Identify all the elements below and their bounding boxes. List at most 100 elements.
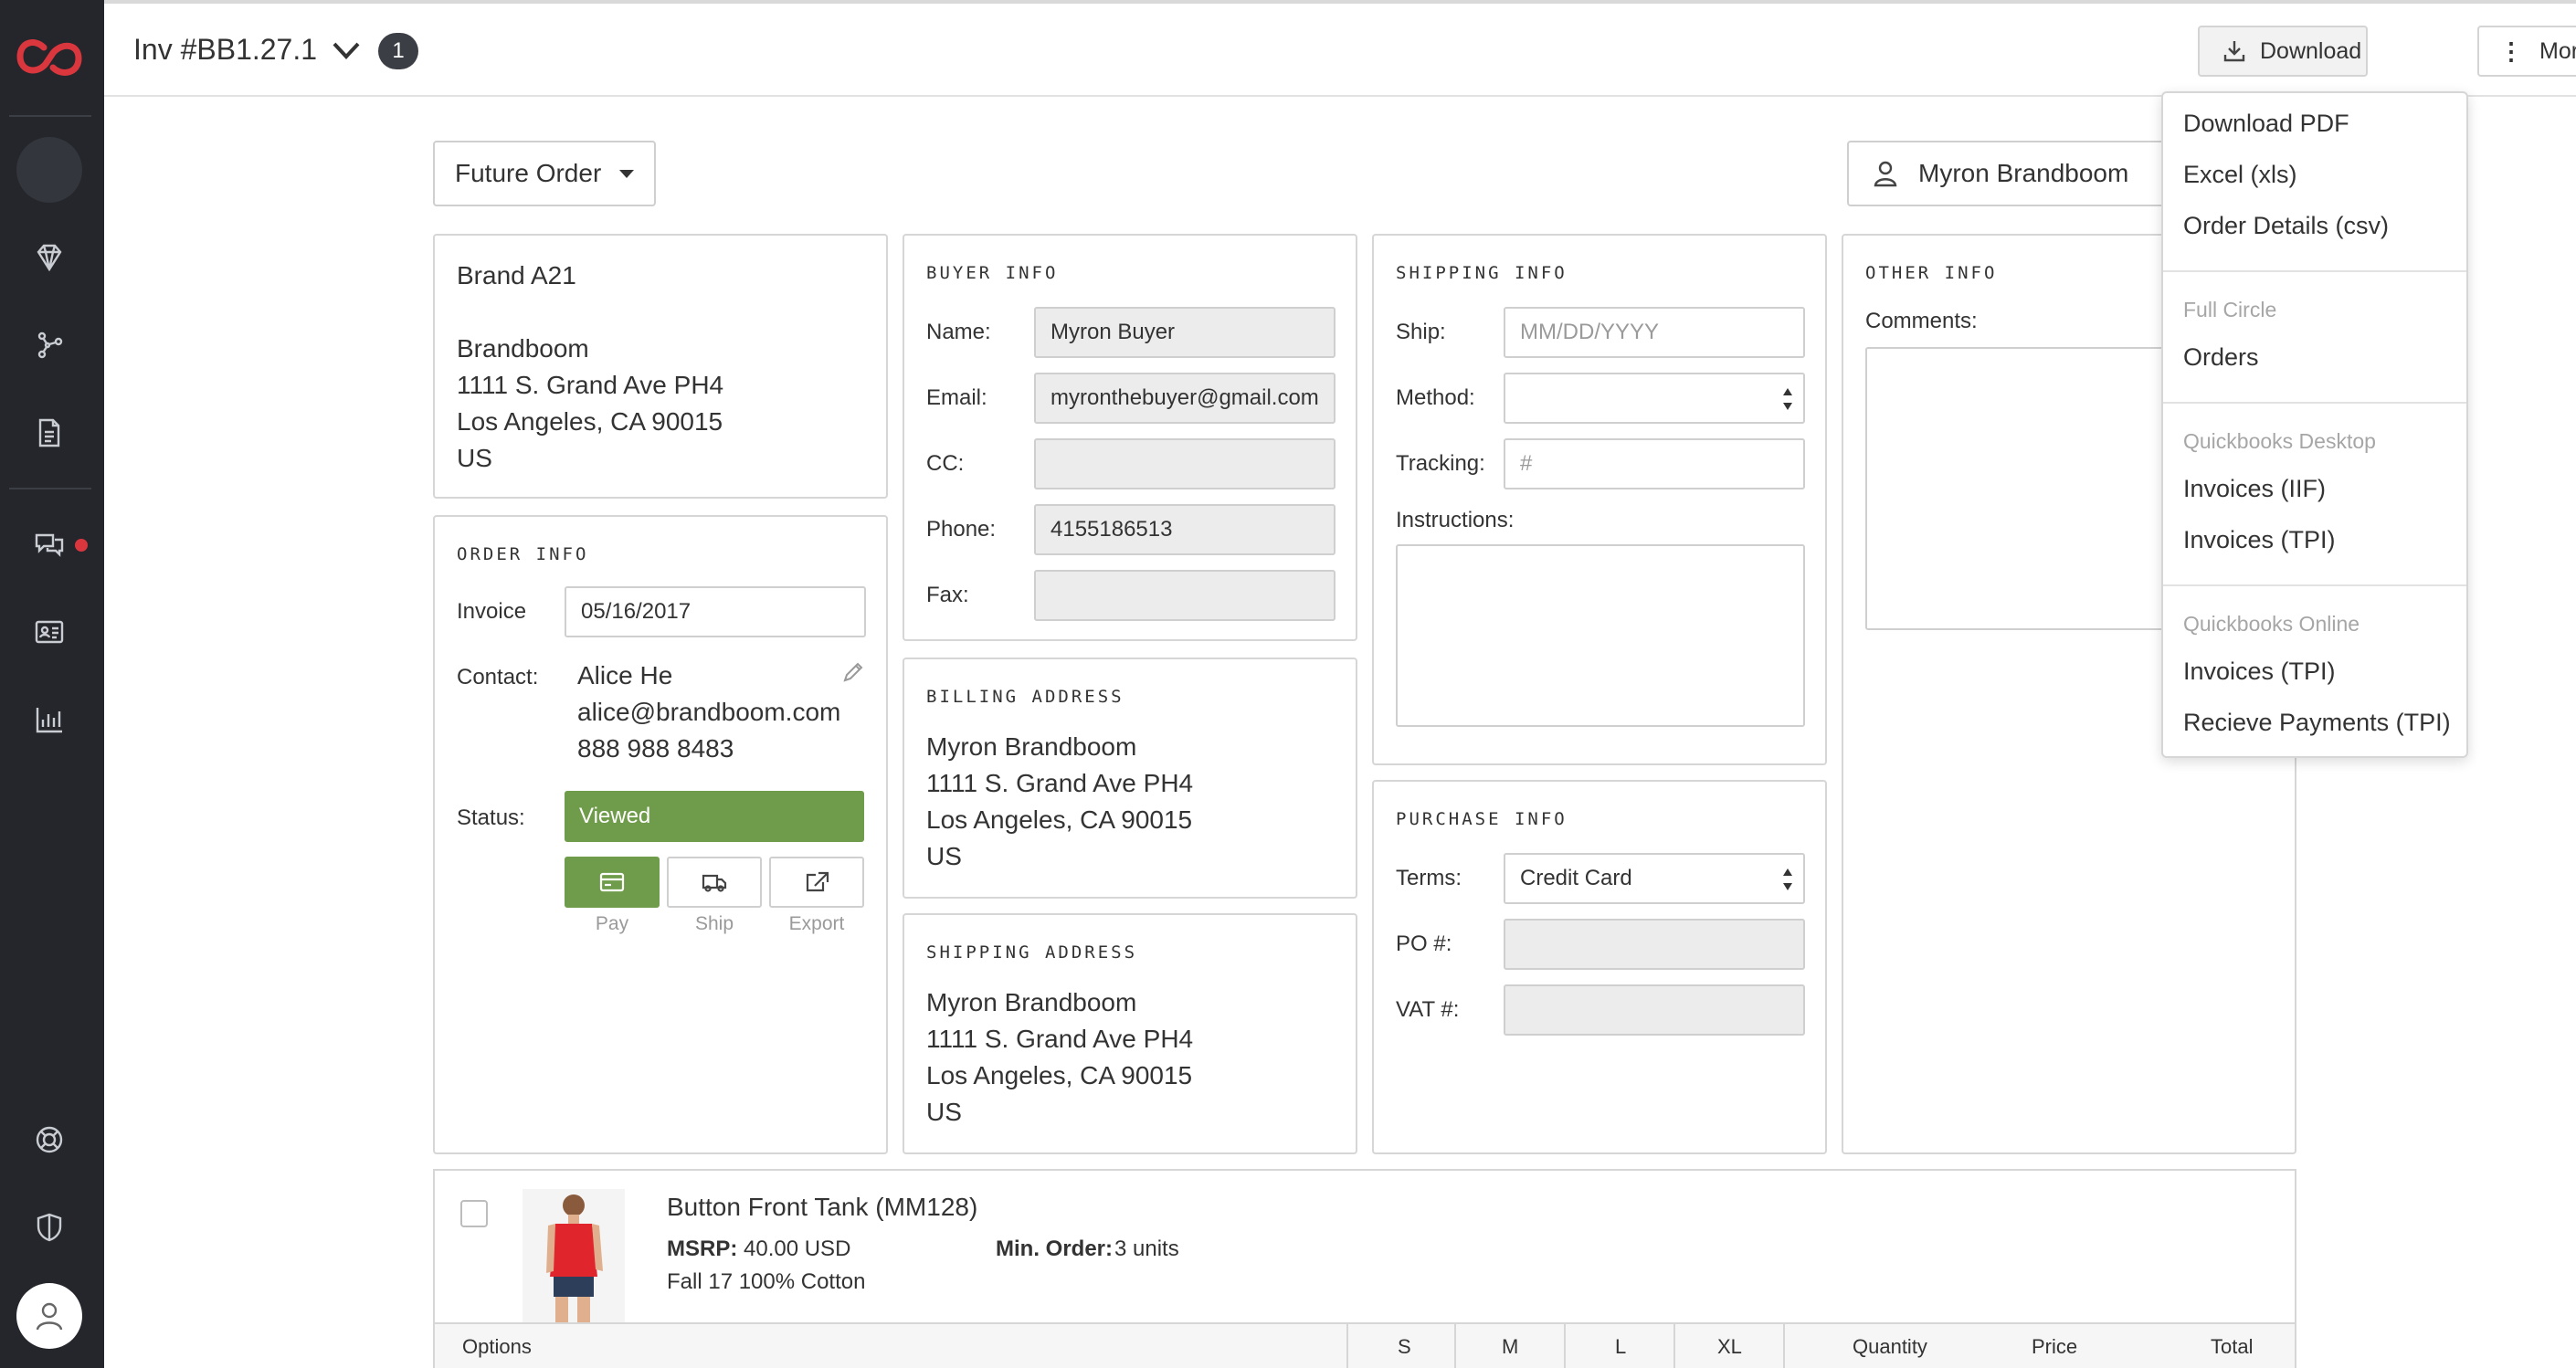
download-icon [2223, 41, 2245, 62]
buyer-name-field[interactable]: Myron Buyer [1034, 307, 1336, 358]
ship-label: Ship [694, 913, 734, 934]
po-field[interactable] [1504, 919, 1805, 970]
network-icon[interactable] [29, 325, 69, 365]
menu-group-qb-online: Quickbooks Online [2183, 612, 2360, 636]
lifebuoy-icon[interactable] [29, 1120, 69, 1160]
product-card: Button Front Tank (MM128) MSRP: 40.00 US… [433, 1169, 2296, 1368]
pencil-icon[interactable] [840, 659, 866, 685]
terms-select[interactable]: Credit Card [1504, 853, 1805, 904]
product-checkbox[interactable] [460, 1200, 488, 1227]
col-divider [1564, 1324, 1566, 1368]
person-icon [1874, 161, 1897, 187]
shipping-country: US [926, 1098, 962, 1126]
menu-divider [2163, 402, 2466, 404]
export-label: Export [788, 913, 845, 934]
tracking-field[interactable]: # [1504, 438, 1805, 489]
order-info-title: ORDER INFO [457, 544, 589, 564]
msrp-value: 40.00 USD [744, 1236, 851, 1261]
invoice-title[interactable]: Inv #BB1.27.1 [133, 33, 317, 67]
menu-divider [2163, 270, 2466, 272]
product-name[interactable]: Button Front Tank (MM128) [667, 1193, 977, 1222]
buyer-phone-field[interactable]: 4155186513 [1034, 504, 1336, 555]
chevron-down-icon[interactable] [331, 38, 362, 62]
contact-card-icon[interactable] [29, 612, 69, 652]
menu-item-qbd-invoices-tpi[interactable]: Invoices (TPI) [2183, 526, 2336, 554]
billing-name: Myron Brandboom [926, 732, 1137, 761]
contact-label: Contact: [457, 665, 539, 689]
vat-field[interactable] [1504, 984, 1805, 1036]
shipping-address-line1: 1111 S. Grand Ave PH4 [926, 1025, 1194, 1053]
vat-label: VAT #: [1396, 997, 1460, 1022]
credit-card-icon [599, 872, 625, 892]
brand-card: Brand A21 Brandboom 1111 S. Grand Ave PH… [433, 234, 888, 499]
col-quantity: Quantity [1853, 1335, 1927, 1358]
menu-divider [2163, 584, 2466, 586]
user-avatar[interactable] [16, 1283, 82, 1349]
ship-button[interactable] [667, 857, 762, 908]
order-type-dropdown[interactable]: Future Order [433, 141, 656, 206]
shipping-name: Myron Brandboom [926, 988, 1137, 1016]
col-xl: XL [1717, 1335, 1742, 1358]
instructions-textarea[interactable] [1396, 544, 1805, 727]
shield-icon[interactable] [29, 1207, 69, 1247]
caret-down-icon [619, 169, 635, 178]
phone-label: Phone: [926, 517, 997, 542]
company-avatar[interactable] [16, 137, 82, 203]
download-button-label: Download [2260, 37, 2362, 64]
truck-icon [702, 874, 727, 892]
download-menu: Download PDF Excel (xls) Order Details (… [2161, 91, 2468, 758]
download-button[interactable]: Download [2198, 26, 2368, 77]
buyer-fax-field[interactable] [1034, 570, 1336, 621]
menu-group-full-circle: Full Circle [2183, 298, 2277, 321]
top-bar: Inv #BB1.27.1 1 Download ⋮ More [104, 0, 2576, 97]
shipping-address-card: SHIPPING ADDRESS Myron Brandboom 1111 S.… [903, 913, 1357, 1154]
menu-item-order-details-csv[interactable]: Order Details (csv) [2183, 212, 2389, 240]
menu-item-download-pdf[interactable]: Download PDF [2183, 110, 2349, 138]
other-info-title: OTHER INFO [1865, 263, 1998, 283]
col-l: L [1615, 1335, 1627, 1358]
menu-item-excel[interactable]: Excel (xls) [2183, 161, 2297, 189]
contact-phone: 888 988 8483 [577, 734, 734, 763]
export-button[interactable] [769, 857, 864, 908]
invoice-date-field[interactable]: 05/16/2017 [565, 586, 866, 637]
name-label: Name: [926, 320, 991, 344]
terms-label: Terms: [1396, 866, 1462, 890]
method-label: Method: [1396, 385, 1475, 410]
menu-item-qbo-invoices-tpi[interactable]: Invoices (TPI) [2183, 658, 2336, 686]
pay-button[interactable] [565, 857, 660, 908]
instructions-label: Instructions: [1396, 508, 1515, 532]
document-icon[interactable] [29, 413, 69, 453]
col-divider [1783, 1324, 1785, 1368]
menu-item-qbo-receive-payments[interactable]: Recieve Payments (TPI) [2183, 709, 2451, 737]
diamond-icon[interactable] [29, 237, 69, 278]
brand-name: Brand A21 [457, 261, 576, 289]
purchase-info-title: PURCHASE INFO [1396, 809, 1568, 829]
menu-item-qbd-invoices-iif[interactable]: Invoices (IIF) [2183, 475, 2326, 503]
buyer-selector[interactable]: Myron Brandboom [1847, 141, 2194, 206]
ship-date-field[interactable]: MM/DD/YYYY [1504, 307, 1805, 358]
invoice-count-badge: 1 [378, 33, 418, 69]
select-arrows-icon [1783, 388, 1792, 410]
buyer-cc-field[interactable] [1034, 438, 1336, 489]
buyer-email-field[interactable]: myronthebuyer@gmail.com [1034, 373, 1336, 424]
method-select[interactable] [1504, 373, 1805, 424]
bar-chart-icon[interactable] [29, 700, 69, 740]
chat-icon[interactable] [29, 524, 69, 564]
col-options: Options [462, 1335, 532, 1358]
status-badge: Viewed [565, 791, 864, 842]
terms-value: Credit Card [1520, 866, 1632, 890]
external-link-icon [806, 871, 829, 892]
brandboom-logo[interactable] [16, 35, 82, 80]
sidebar-divider [9, 488, 91, 489]
col-divider [1454, 1324, 1456, 1368]
product-image[interactable] [523, 1189, 625, 1326]
billing-address-title: BILLING ADDRESS [926, 687, 1124, 707]
pay-label: Pay [595, 913, 629, 934]
billing-address-card: BILLING ADDRESS Myron Brandboom 1111 S. … [903, 658, 1357, 899]
more-button[interactable]: ⋮ More [2477, 26, 2576, 77]
product-description: Fall 17 100% Cotton [667, 1269, 866, 1294]
col-s: S [1398, 1335, 1411, 1358]
menu-item-full-circle-orders[interactable]: Orders [2183, 343, 2259, 372]
select-arrows-icon [1783, 868, 1792, 890]
fax-label: Fax: [926, 583, 969, 607]
